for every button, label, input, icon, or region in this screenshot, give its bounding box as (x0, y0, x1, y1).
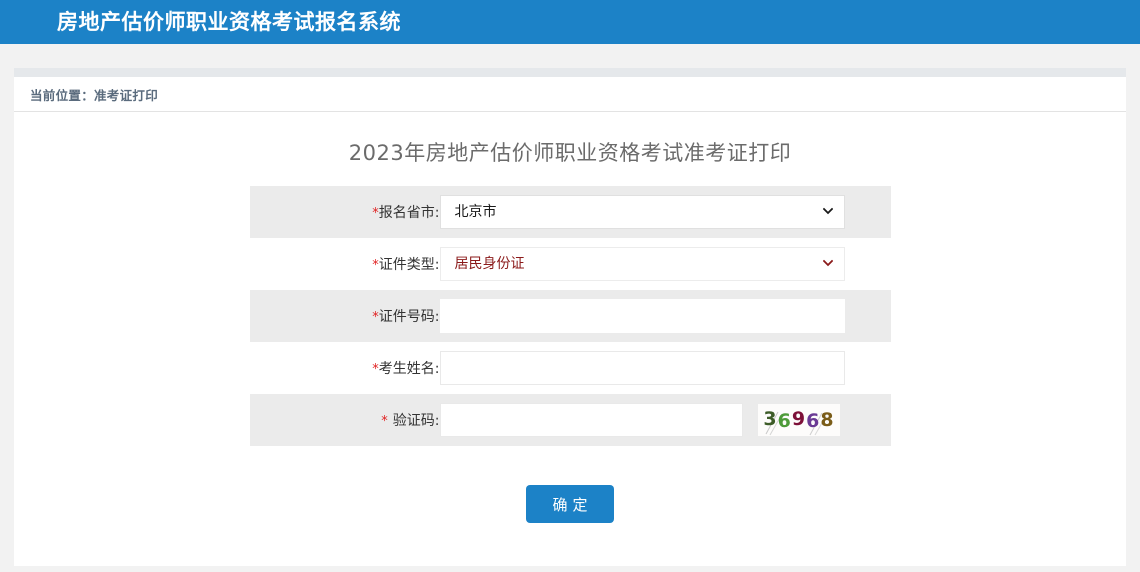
chevron-down-icon (823, 206, 833, 216)
field-candidate-name (440, 342, 891, 394)
label-id-type: *证件类型: (250, 238, 440, 290)
form-row-captcha: *验证码: 369 (250, 394, 891, 446)
captcha-digits: 36968 (758, 404, 840, 436)
submit-button[interactable]: 确定 (526, 485, 614, 523)
captcha-digit: 9 (792, 408, 805, 430)
breadcrumb-bar: 当前位置：准考证打印 (14, 77, 1126, 112)
content-panel: 当前位置：准考证打印 2023年房地产估价师职业资格考试准考证打印 *报名省市:… (14, 68, 1126, 566)
candidate-name-input[interactable] (440, 351, 845, 385)
submit-row: 确定 (14, 485, 1126, 523)
select-province-value: 北京市 (455, 205, 497, 219)
app-header: 房地产估价师职业资格考试报名系统 (0, 0, 1140, 44)
form-title: 2023年房地产估价师职业资格考试准考证打印 (14, 112, 1126, 167)
label-captcha-text: 验证码: (393, 413, 440, 429)
panel-top-strip (14, 68, 1126, 77)
captcha-digit: 6 (806, 410, 819, 432)
id-number-input[interactable] (440, 299, 845, 333)
page-title: 房地产估价师职业资格考试报名系统 (0, 12, 401, 33)
required-asterisk: * (381, 414, 388, 429)
label-candidate-name-text: 考生姓名: (379, 361, 440, 377)
captcha-input[interactable] (440, 403, 743, 437)
label-candidate-name: *考生姓名: (250, 342, 440, 394)
captcha-row: 36968 (440, 403, 891, 437)
select-id-type[interactable]: 居民身份证 (440, 247, 845, 281)
chevron-down-icon (823, 258, 833, 268)
captcha-image[interactable]: 36968 (758, 404, 840, 436)
label-province-text: 报名省市: (379, 205, 440, 221)
form-row-id-type: *证件类型: 居民身份证 (250, 238, 891, 290)
registration-form-table: *报名省市: 北京市 *证件类型: (250, 186, 891, 446)
label-id-number-text: 证件号码: (379, 309, 440, 325)
captcha-digit: 3 (763, 408, 776, 430)
field-province: 北京市 (440, 186, 891, 238)
select-id-type-value: 居民身份证 (455, 257, 525, 271)
label-id-number: *证件号码: (250, 290, 440, 342)
select-province[interactable]: 北京市 (440, 195, 845, 229)
field-captcha: 36968 (440, 394, 891, 446)
form-row-id-number: *证件号码: (250, 290, 891, 342)
form-row-province: *报名省市: 北京市 (250, 186, 891, 238)
label-id-type-text: 证件类型: (379, 257, 440, 273)
label-province: *报名省市: (250, 186, 440, 238)
field-id-number (440, 290, 891, 342)
label-captcha: * 验证码: (250, 394, 440, 446)
captcha-digit: 8 (820, 409, 833, 431)
form-row-name: *考生姓名: (250, 342, 891, 394)
field-id-type: 居民身份证 (440, 238, 891, 290)
captcha-digit: 6 (778, 410, 791, 432)
breadcrumb: 当前位置：准考证打印 (30, 85, 158, 104)
form-area: 2023年房地产估价师职业资格考试准考证打印 *报名省市: 北京市 (14, 112, 1126, 565)
